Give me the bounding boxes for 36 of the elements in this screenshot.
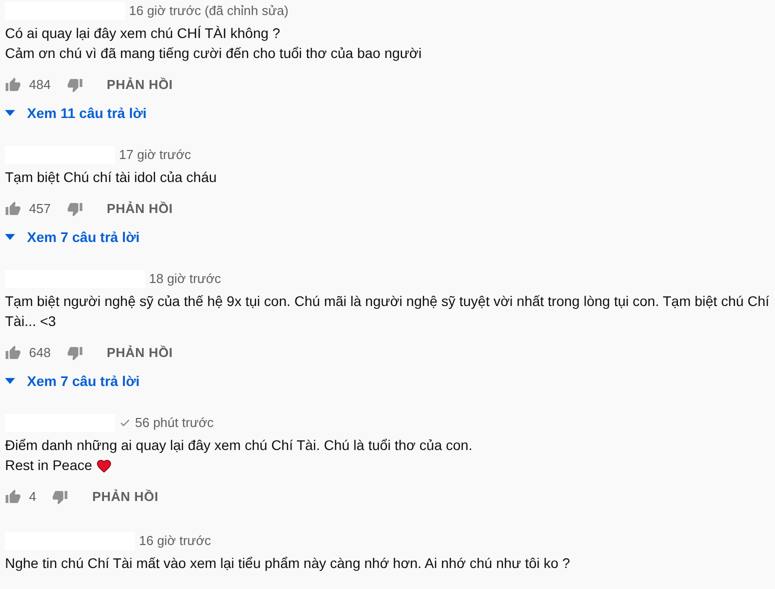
caret-icon — [5, 110, 15, 116]
comment-time: 16 giờ trước — [139, 532, 211, 550]
thumbs-down-icon[interactable] — [52, 489, 68, 505]
like-count: 457 — [29, 200, 51, 218]
view-replies-button[interactable]: Xem 7 câu trả lời — [5, 227, 770, 247]
comment-text: Có ai quay lại đây xem chú CHÍ TÀI không ? — [5, 24, 280, 43]
comment-text: Cảm ơn chú vì đã mang tiếng cười đến cho tuổi thơ của bao người — [5, 44, 422, 63]
heart-icon — [96, 458, 112, 472]
check-icon — [119, 417, 131, 429]
comment-text: Nghe tin chú Chí Tài mất vào xem lại tiểu phẩm này càng nhớ hơn. Ai nhớ chú như tôi ko ? — [5, 554, 570, 573]
comment-text: Rest in Peace — [5, 456, 92, 475]
like-count: 4 — [29, 488, 36, 506]
thumbs-up-icon[interactable] — [5, 345, 21, 361]
caret-icon — [5, 234, 15, 240]
thumbs-down-icon[interactable] — [66, 77, 83, 93]
view-replies-button[interactable]: Xem 11 câu trả lời — [5, 103, 770, 123]
thumbs-down-icon[interactable] — [66, 345, 83, 361]
like-count: 484 — [29, 76, 51, 94]
thumbs-up-icon[interactable] — [5, 201, 21, 217]
reply-button[interactable]: PHẢN HỒI — [92, 487, 158, 507]
comment-text: Điểm danh những ai quay lại đây xem chú Chí Tài. Chú là tuổi thơ của con. — [5, 436, 472, 455]
comment-time: 16 giờ trước (đã chỉnh sửa) — [129, 2, 288, 20]
thumbs-up-icon[interactable] — [5, 489, 21, 505]
reply-button[interactable]: PHẢN HỒI — [106, 199, 173, 219]
comment-time: 18 giờ trước — [149, 270, 221, 288]
view-replies-button[interactable]: Xem 7 câu trả lời — [5, 371, 770, 391]
comment-time: 17 giờ trước — [119, 146, 191, 164]
comment-time: 56 phút trước — [135, 414, 214, 432]
thumbs-up-icon[interactable] — [5, 77, 21, 93]
reply-button[interactable]: PHẢN HỒI — [106, 75, 173, 95]
like-count: 648 — [29, 344, 51, 362]
thumbs-down-icon[interactable] — [66, 201, 83, 217]
caret-icon — [5, 378, 15, 384]
reply-button[interactable]: PHẢN HỒI — [106, 343, 173, 363]
comment-text: Tạm biệt người nghệ sỹ của thế hệ 9x tụi con. Chú mãi là người nghệ sỹ tuyệt vời nhất trong lòng tụi con. Tạm biệt chú Chí Tài... <3 — [5, 292, 770, 331]
comment-text: Tạm biệt Chú chí tài idol của cháu — [5, 168, 217, 187]
